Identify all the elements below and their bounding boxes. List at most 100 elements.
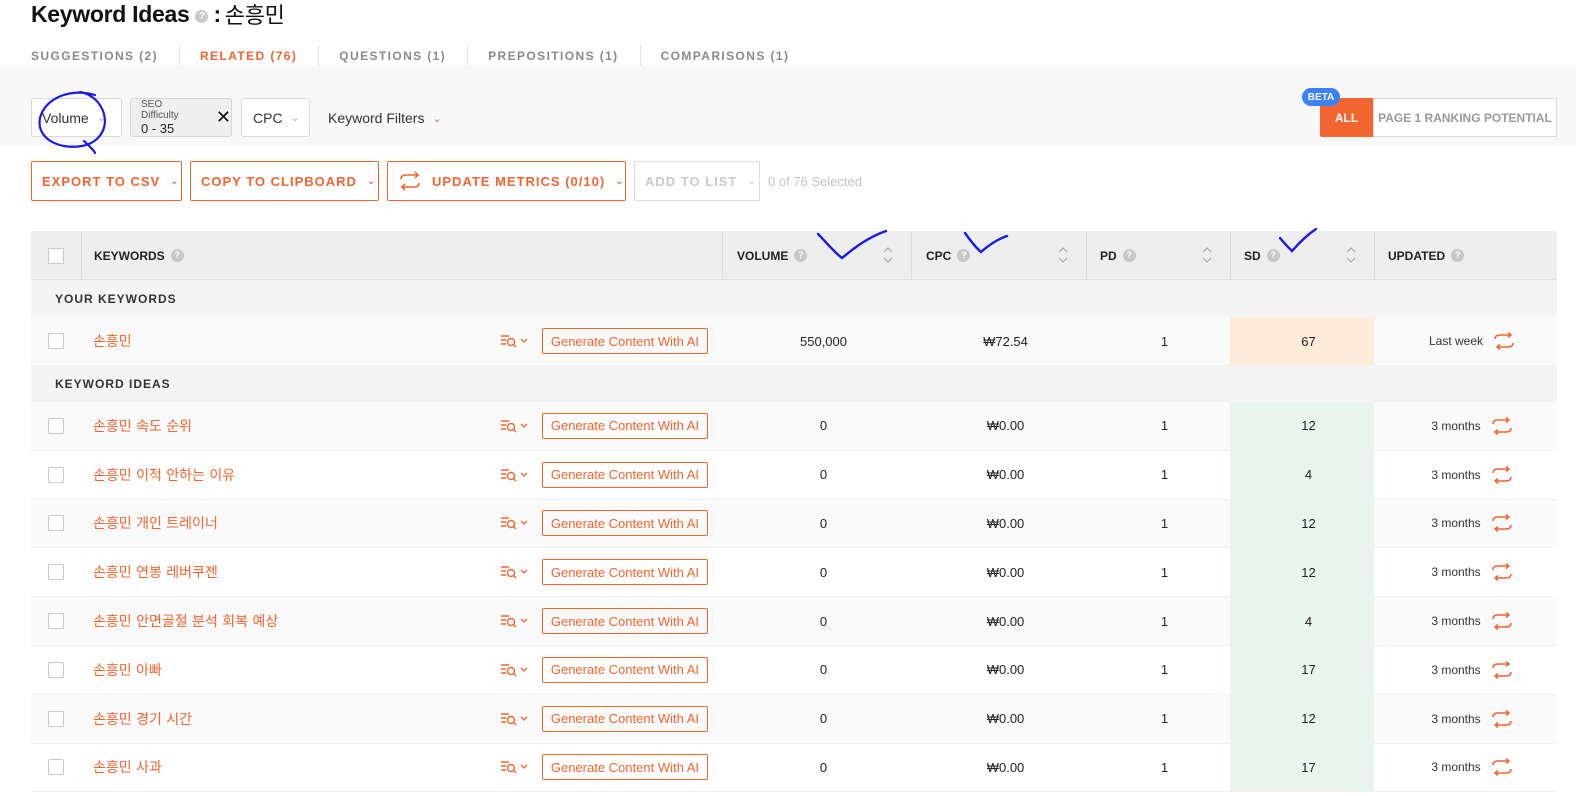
keyword-link[interactable]: 손흥민 이적 안하는 이유 bbox=[93, 465, 235, 485]
chevron-down-icon: ⌄ bbox=[615, 175, 625, 187]
add-to-list-button[interactable]: ADD TO LIST ⌄ bbox=[634, 161, 760, 201]
sort-icon[interactable] bbox=[883, 245, 893, 265]
serp-analysis-icon[interactable] bbox=[500, 760, 530, 774]
sd-cell: 12 bbox=[1230, 402, 1374, 450]
refresh-icon[interactable] bbox=[1491, 758, 1513, 777]
generate-content-button[interactable]: Generate Content With AI bbox=[541, 656, 708, 683]
select-all-checkbox[interactable] bbox=[48, 247, 64, 264]
export-csv-button[interactable]: EXPORT TO CSV ⌄ bbox=[31, 161, 182, 201]
help-icon[interactable]: ? bbox=[1266, 249, 1280, 262]
keyword-actions: Generate Content With AI bbox=[500, 559, 708, 586]
volume-filter[interactable]: Volume ⌄ bbox=[31, 98, 122, 137]
column-pd[interactable]: PD? bbox=[1086, 231, 1230, 280]
serp-analysis-icon[interactable] bbox=[500, 614, 530, 628]
toggle-page1-ranking[interactable]: PAGE 1 RANKING POTENTIAL bbox=[1373, 98, 1557, 137]
refresh-icon[interactable] bbox=[1491, 563, 1513, 582]
row-checkbox[interactable] bbox=[48, 613, 64, 630]
row-checkbox[interactable] bbox=[48, 661, 64, 678]
generate-content-button[interactable]: Generate Content With AI bbox=[541, 328, 708, 354]
tab-questions[interactable]: QUESTIONS (1) bbox=[339, 45, 469, 67]
row-checkbox-cell bbox=[31, 597, 81, 645]
volume-cell: 0 bbox=[819, 467, 828, 483]
refresh-icon[interactable] bbox=[1491, 709, 1513, 728]
column-volume[interactable]: VOLUME? bbox=[722, 231, 911, 280]
refresh-icon[interactable] bbox=[1491, 416, 1513, 435]
serp-analysis-icon[interactable] bbox=[500, 663, 530, 677]
row-checkbox[interactable] bbox=[48, 515, 64, 532]
help-icon[interactable]: ? bbox=[1451, 249, 1465, 262]
column-sd[interactable]: SD? bbox=[1230, 231, 1374, 280]
keyword-cell: 손흥민 이적 안하는 이유 Generate Content With AI bbox=[81, 451, 722, 499]
tab-prepositions[interactable]: PREPOSITIONS (1) bbox=[488, 45, 641, 67]
cpc-filter-label: CPC bbox=[253, 109, 283, 126]
refresh-icon[interactable] bbox=[1491, 514, 1513, 533]
keyword-link[interactable]: 손흥민 사과 bbox=[93, 757, 162, 777]
add-to-list-label: ADD TO LIST bbox=[645, 173, 738, 189]
refresh-icon[interactable] bbox=[1491, 465, 1513, 484]
keyword-link[interactable]: 손흥민 속도 순위 bbox=[93, 416, 192, 436]
row-checkbox[interactable] bbox=[48, 333, 64, 349]
generate-content-button[interactable]: Generate Content With AI bbox=[541, 608, 708, 635]
row-checkbox[interactable] bbox=[48, 759, 64, 776]
help-icon[interactable]: ? bbox=[957, 249, 971, 262]
volume-cell: 0 bbox=[819, 515, 828, 531]
keyword-link[interactable]: 손흥민 안면골절 분석 회복 예상 bbox=[93, 611, 278, 631]
column-cpc[interactable]: CPC? bbox=[911, 231, 1086, 280]
serp-analysis-icon[interactable] bbox=[500, 334, 530, 348]
column-updated[interactable]: UPDATED? bbox=[1374, 231, 1557, 280]
keyword-filters-dropdown[interactable]: Keyword Filters ⌄ bbox=[328, 110, 442, 126]
serp-analysis-icon[interactable] bbox=[500, 565, 530, 579]
keyword-ideas-list: 손흥민 속도 순위 Generate Content With AI 0 ₩0.00 1… bbox=[31, 402, 1557, 793]
table-row: 손흥민 속도 순위 Generate Content With AI 0 ₩0.00 1… bbox=[31, 402, 1557, 451]
sort-icon[interactable] bbox=[1058, 245, 1068, 265]
help-icon[interactable]: ? bbox=[170, 249, 184, 262]
sd-cell: 67 bbox=[1230, 317, 1374, 365]
updated-cell: 3 months bbox=[1374, 646, 1557, 694]
generate-content-button[interactable]: Generate Content With AI bbox=[541, 559, 708, 586]
serp-analysis-icon[interactable] bbox=[500, 712, 530, 726]
serp-analysis-icon[interactable] bbox=[500, 516, 530, 530]
volume-cell: 550,000 bbox=[800, 333, 847, 349]
refresh-icon[interactable] bbox=[1491, 660, 1513, 679]
close-icon[interactable]: ✕ bbox=[216, 107, 231, 128]
keyword-link[interactable]: 손흥민 개인 트레이너 bbox=[93, 513, 218, 533]
seo-difficulty-filter[interactable]: SEO Difficulty 0 - 35 ✕ bbox=[130, 98, 232, 137]
keyword-cell: 손흥민 경기 시간 Generate Content With AI bbox=[81, 695, 722, 743]
keyword-link[interactable]: 손흥민 경기 시간 bbox=[93, 709, 192, 729]
keyword-link[interactable]: 손흥민 연봉 레버쿠젠 bbox=[93, 562, 218, 582]
keyword-link[interactable]: 손흥민 아빠 bbox=[93, 660, 162, 680]
tab-related[interactable]: RELATED (76) bbox=[200, 45, 320, 67]
seo-difficulty-text: SEO Difficulty 0 - 35 bbox=[141, 99, 202, 136]
help-icon[interactable]: ? bbox=[195, 9, 209, 23]
row-checkbox[interactable] bbox=[48, 466, 64, 483]
generate-content-button[interactable]: Generate Content With AI bbox=[541, 412, 708, 439]
generate-content-button[interactable]: Generate Content With AI bbox=[541, 754, 708, 781]
refresh-icon[interactable] bbox=[1491, 612, 1513, 631]
serp-analysis-icon[interactable] bbox=[500, 419, 530, 433]
cpc-cell: ₩0.00 bbox=[986, 613, 1025, 629]
serp-analysis-icon[interactable] bbox=[500, 468, 530, 482]
help-icon[interactable]: ? bbox=[794, 249, 808, 262]
refresh-icon[interactable] bbox=[1493, 332, 1515, 350]
row-checkbox-cell bbox=[31, 451, 81, 499]
copy-clipboard-button[interactable]: COPY TO CLIPBOARD ⌄ bbox=[190, 161, 379, 201]
update-metrics-button[interactable]: UPDATE METRICS (0/10) ⌄ bbox=[387, 161, 626, 201]
keyword-link[interactable]: 손흥민 bbox=[93, 331, 132, 351]
row-checkbox[interactable] bbox=[48, 417, 64, 434]
row-checkbox[interactable] bbox=[48, 710, 64, 727]
generate-content-button[interactable]: Generate Content With AI bbox=[541, 705, 708, 732]
tab-suggestions[interactable]: SUGGESTIONS (2) bbox=[31, 45, 181, 67]
column-keywords[interactable]: KEYWORDS? bbox=[81, 231, 722, 280]
tab-comparisons[interactable]: COMPARISONS (1) bbox=[661, 45, 811, 67]
cpc-filter[interactable]: CPC ⌄ bbox=[241, 98, 310, 137]
sort-icon[interactable] bbox=[1346, 245, 1356, 265]
sort-icon[interactable] bbox=[1202, 245, 1212, 265]
help-icon[interactable]: ? bbox=[1122, 249, 1136, 262]
updated-cell: 3 months bbox=[1374, 695, 1557, 743]
generate-content-button[interactable]: Generate Content With AI bbox=[541, 510, 708, 537]
pd-cell: 1 bbox=[1160, 759, 1169, 775]
row-checkbox[interactable] bbox=[48, 564, 64, 581]
keyword-actions: Generate Content With AI bbox=[500, 705, 708, 732]
generate-content-button[interactable]: Generate Content With AI bbox=[541, 461, 708, 488]
table-row: 손흥민 개인 트레이너 Generate Content With AI 0 ₩0.0… bbox=[31, 499, 1557, 549]
